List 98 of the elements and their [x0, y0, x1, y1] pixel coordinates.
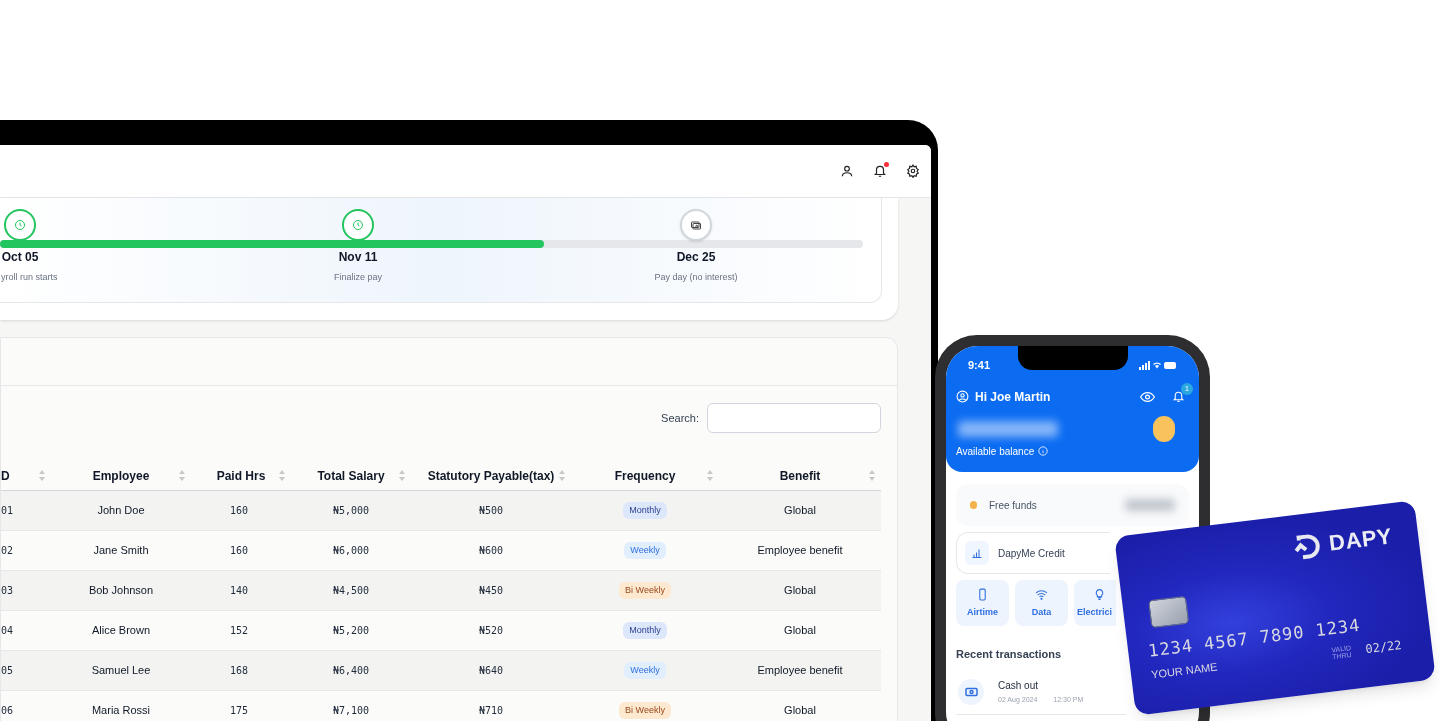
column-header[interactable]: Paid Hrs [216, 466, 266, 485]
table-cell-text: 160 [229, 544, 249, 558]
sort-icon[interactable] [559, 470, 565, 481]
balance-label: Available balance [956, 444, 1035, 459]
credit-label: DapyMe Credit [998, 546, 1065, 561]
table-cell-text: ₦4,500 [332, 584, 370, 598]
column-header[interactable]: Employee [92, 466, 150, 485]
status-time: 9:41 [968, 358, 991, 373]
table-cell-text: Global [784, 503, 816, 519]
table-cell-text: 02 [1, 544, 15, 558]
section-title: Recent transactions [956, 647, 1062, 662]
table-cell-text: 05 [1, 664, 15, 678]
table-cell-text: 140 [229, 584, 249, 598]
table-cell-text: 175 [229, 704, 249, 718]
quick-action-tile[interactable]: Data [1015, 580, 1068, 626]
sort-icon[interactable] [399, 470, 405, 481]
table-cell-text: Bob Johnson [88, 583, 154, 599]
settings-icon[interactable] [906, 164, 920, 178]
search-field[interactable] [707, 403, 881, 433]
cash-icon [690, 219, 702, 231]
table-cell-text: Jane Smith [93, 543, 149, 559]
phone-icon [976, 588, 989, 602]
credit-card-row[interactable]: DapyMe Credit [956, 532, 1110, 574]
card-holder: YOUR NAME [1150, 659, 1219, 683]
wifi-icon [1035, 588, 1048, 602]
card-brand: DAPY [1327, 522, 1395, 558]
greeting: Hi Joe Martin [975, 388, 1051, 406]
clock-icon [14, 219, 26, 231]
table-cell-text: 152 [229, 624, 249, 638]
table-cell-text: ₦600 [478, 544, 504, 558]
frequency-badge: Monthly [623, 621, 667, 640]
table-cell-text: 03 [1, 584, 15, 598]
free-funds-label: Free funds [989, 498, 1037, 513]
user-circle-icon[interactable] [956, 390, 969, 403]
table-cell-text: Samuel Lee [91, 663, 151, 679]
milestone-label: yroll run starts [1, 271, 58, 284]
table-cell-text: Alice Brown [91, 623, 151, 639]
column-header[interactable]: Frequency [614, 466, 676, 485]
bar-chart-icon [971, 547, 983, 559]
search-label: Search: [661, 410, 699, 426]
table-cell-text: ₦6,400 [332, 664, 370, 678]
cash-icon [964, 687, 978, 697]
notification-bell-icon[interactable] [873, 164, 887, 178]
free-funds-card[interactable]: Free funds [956, 484, 1189, 526]
table-cell-text: ₦5,200 [332, 624, 370, 638]
table-cell-text: ₦710 [478, 704, 504, 718]
milestone-date: Dec 25 [676, 249, 716, 266]
table-cell-text: ₦6,000 [332, 544, 370, 558]
clock-icon [352, 219, 364, 231]
column-header[interactable]: Total Salary [317, 466, 385, 485]
status-icons [1139, 360, 1177, 370]
table-cell-text: Global [784, 583, 816, 599]
quick-action-tile[interactable]: Electrici [1074, 580, 1116, 626]
chip-icon [1148, 595, 1190, 629]
table-cell-text: Global [784, 623, 816, 639]
table-cell-text: 01 [1, 504, 15, 518]
table-cell-text: Employee benefit [757, 663, 843, 679]
sort-icon[interactable] [39, 470, 45, 481]
table-cell-text: 168 [229, 664, 249, 678]
table-cell-text: ₦7,100 [332, 704, 370, 718]
table-cell-text: 160 [229, 504, 249, 518]
frequency-badge: Bi Weekly [619, 581, 671, 600]
info-icon[interactable] [1038, 446, 1049, 456]
milestone-label: Finalize pay [334, 271, 382, 284]
sort-icon[interactable] [279, 470, 285, 481]
table-cell-text: John Doe [97, 503, 145, 519]
column-header[interactable]: Benefit [779, 466, 821, 485]
milestone-date: Nov 11 [338, 249, 378, 266]
frequency-badge: Bi Weekly [619, 701, 671, 720]
card-expiry: 02/22 [1364, 636, 1403, 658]
table-cell-text: Maria Rossi [91, 703, 151, 719]
table-cell-text: 04 [1, 624, 15, 638]
hidden-amount [1125, 499, 1175, 511]
coin-icon [1153, 415, 1175, 442]
table-cell-text: Employee benefit [757, 543, 843, 559]
column-header[interactable]: D [1, 466, 10, 485]
frequency-badge: Weekly [624, 661, 666, 680]
bell-icon[interactable] [1172, 390, 1185, 403]
sort-icon[interactable] [869, 470, 875, 481]
table-cell-text: ₦5,000 [332, 504, 370, 518]
table-cell-text: Global [784, 703, 816, 719]
table-cell-text: ₦450 [478, 584, 504, 598]
eye-icon[interactable] [1140, 390, 1155, 403]
milestone-date: Oct 05 [1, 249, 39, 266]
frequency-badge: Weekly [624, 541, 666, 560]
user-icon[interactable] [840, 164, 854, 178]
table-cell-text: 06 [1, 704, 15, 718]
bulb-icon [1093, 588, 1106, 602]
sort-icon[interactable] [707, 470, 713, 481]
sort-icon[interactable] [179, 470, 185, 481]
table-cell-text: ₦640 [478, 664, 504, 678]
column-header[interactable]: Statutory Payable(tax) [427, 466, 555, 485]
quick-action-tile[interactable]: Airtime [956, 580, 1009, 626]
frequency-badge: Monthly [623, 501, 667, 520]
milestone-label: Pay day (no interest) [654, 271, 738, 284]
table-cell-text: ₦500 [478, 504, 504, 518]
table-cell-text: ₦520 [478, 624, 504, 638]
transaction-title: Cash out [998, 679, 1040, 694]
